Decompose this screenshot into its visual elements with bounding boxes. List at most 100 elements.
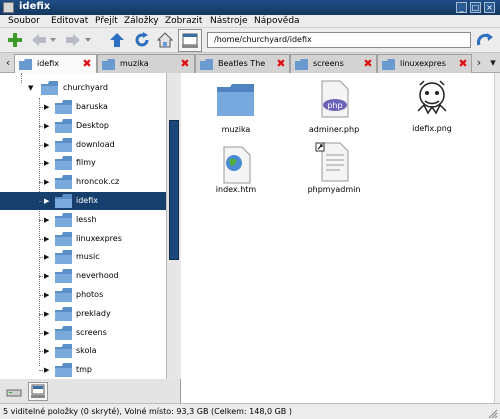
collapsed-arrow-icon[interactable]: ▶ (44, 159, 49, 167)
menu-zobrazit[interactable]: Zobrazit (165, 15, 202, 28)
chevron-right-icon: › (476, 56, 482, 69)
places-view-button[interactable] (5, 382, 25, 401)
tree-view-button[interactable] (28, 382, 48, 401)
collapsed-arrow-icon[interactable]: ▶ (44, 103, 49, 111)
tree-item-idefix[interactable]: ▶ idefix (0, 192, 166, 210)
collapsed-arrow-icon[interactable]: ▶ (44, 235, 49, 243)
tabs-scroll-left-button[interactable]: ‹ (2, 55, 14, 71)
file-item-phpmyadmin[interactable]: phpmyadmin (289, 141, 379, 206)
tab-label: Beatles The (218, 59, 266, 68)
collapsed-arrow-icon[interactable]: ▶ (44, 197, 49, 205)
symlink-text-file-icon (315, 142, 349, 182)
location-input[interactable]: /home/churchyard/idefix (207, 32, 471, 48)
collapsed-arrow-icon[interactable]: ▶ (44, 347, 49, 355)
file-item-index-htm[interactable]: index.htm (191, 145, 281, 210)
folder-icon (382, 59, 395, 70)
tree-item-baruska[interactable]: ▶ baruska (0, 98, 166, 116)
tab-beatles[interactable]: Beatles The ✖ (195, 54, 290, 73)
tree-item-linuxexpres[interactable]: ▶ linuxexpres (0, 230, 166, 248)
tree-label: photos (76, 290, 104, 299)
collapsed-arrow-icon[interactable]: ▶ (44, 216, 49, 224)
tab-idefix[interactable]: idefix ✖ (14, 54, 97, 74)
sidebar-tree: ▼ churchyard ▶ baruska ▶ Desktop ▶ download ▶ f… (0, 73, 180, 379)
drive-icon (6, 389, 22, 397)
tree-item-lessh[interactable]: ▶ lessh (0, 211, 166, 229)
tree-label: linuxexpres (76, 234, 122, 243)
window-title: idefix (19, 1, 51, 12)
menu-nastroje[interactable]: Nástroje (210, 15, 248, 28)
close-tab-icon[interactable]: ✖ (275, 57, 287, 70)
scrollbar-thumb[interactable] (169, 120, 179, 260)
folder-icon (55, 269, 72, 283)
collapsed-arrow-icon[interactable]: ▶ (44, 253, 49, 261)
tree-label: churchyard (63, 83, 108, 92)
tree-root-churchyard[interactable]: ▼ churchyard (0, 79, 166, 97)
close-tab-icon[interactable]: ✖ (179, 57, 191, 70)
close-tab-icon[interactable]: ✖ (362, 57, 374, 70)
tab-linuxexpres[interactable]: linuxexpres ✖ (377, 54, 472, 73)
tree-item-download[interactable]: ▶ download (0, 136, 166, 154)
tab-screens[interactable]: screens ✖ (290, 54, 377, 73)
tab-muzika[interactable]: muzika ✖ (97, 54, 195, 73)
collapsed-arrow-icon[interactable]: ▶ (44, 329, 49, 337)
resize-grip-icon (488, 409, 498, 419)
go-button[interactable] (476, 31, 494, 50)
tree-item-photos[interactable]: ▶ photos (0, 286, 166, 304)
tab-label: muzika (120, 59, 149, 68)
tree-label: download (76, 140, 115, 149)
close-window-button[interactable]: × (484, 2, 495, 13)
folder-icon (55, 175, 72, 189)
collapsed-arrow-icon[interactable]: ▶ (44, 366, 49, 374)
tabs-list-button[interactable]: ▾ (487, 55, 499, 71)
tree-item-preklady[interactable]: ▶ preklady (0, 305, 166, 323)
folder-icon (55, 307, 72, 321)
file-item-adminer[interactable]: php adminer.php (289, 79, 379, 144)
tree-item-desktop[interactable]: ▶ Desktop (0, 117, 166, 135)
file-item-muzika[interactable]: muzika (191, 83, 281, 148)
new-tab-button[interactable] (6, 31, 24, 50)
location-toggle-button[interactable] (178, 29, 202, 52)
tab-label: idefix (37, 59, 59, 68)
file-item-idefix-png[interactable]: idefix.png (387, 77, 477, 142)
reload-button[interactable] (133, 31, 151, 50)
tree-label: music (76, 252, 100, 261)
forward-button[interactable] (64, 31, 82, 50)
folder-icon (55, 119, 72, 133)
tree-item-screens[interactable]: ▶ screens (0, 324, 166, 342)
folder-icon (200, 59, 213, 70)
tree-item-music[interactable]: ▶ music (0, 248, 166, 266)
menu-soubor[interactable]: Soubor (8, 15, 40, 28)
collapsed-arrow-icon[interactable]: ▶ (44, 291, 49, 299)
close-tab-icon[interactable]: ✖ (81, 57, 93, 70)
tabs-scroll-right-button[interactable]: › (473, 55, 485, 71)
collapsed-arrow-icon[interactable]: ▶ (44, 310, 49, 318)
tree-item-skola[interactable]: ▶ skola (0, 342, 166, 360)
menu-prejit[interactable]: Přejít (95, 15, 118, 28)
chevron-down-icon (50, 38, 56, 42)
collapsed-arrow-icon[interactable]: ▶ (44, 178, 49, 186)
tree-item-hroncok-cz[interactable]: ▶ hroncok.cz (0, 173, 166, 191)
menu-napoveda[interactable]: Nápověda (254, 15, 300, 28)
file-name: phpmyadmin (307, 185, 361, 194)
tree-item-neverhood[interactable]: ▶ neverhood (0, 267, 166, 285)
computer-icon (31, 384, 45, 398)
folder-icon (55, 326, 72, 340)
expanded-arrow-icon[interactable]: ▼ (28, 84, 33, 92)
tree-label: neverhood (76, 271, 119, 280)
tree-item-filmy[interactable]: ▶ filmy (0, 154, 166, 172)
home-button[interactable] (156, 31, 174, 50)
collapsed-arrow-icon[interactable]: ▶ (44, 141, 49, 149)
tree-item-tmp[interactable]: ▶ tmp (0, 361, 166, 379)
minimize-button[interactable]: _ (456, 2, 467, 13)
collapsed-arrow-icon[interactable]: ▶ (44, 122, 49, 130)
menu-zalozky[interactable]: Záložky (124, 15, 159, 28)
close-tab-icon[interactable]: ✖ (457, 57, 469, 70)
maximize-button[interactable]: □ (470, 2, 481, 13)
sidebar-scrollbar[interactable] (166, 73, 180, 379)
back-button[interactable] (30, 31, 48, 50)
menu-editovat[interactable]: Editovat (51, 15, 88, 28)
collapsed-arrow-icon[interactable]: ▶ (44, 272, 49, 280)
up-button[interactable] (108, 31, 126, 50)
folder-icon (55, 232, 72, 246)
content-scrollbar[interactable] (494, 73, 500, 403)
